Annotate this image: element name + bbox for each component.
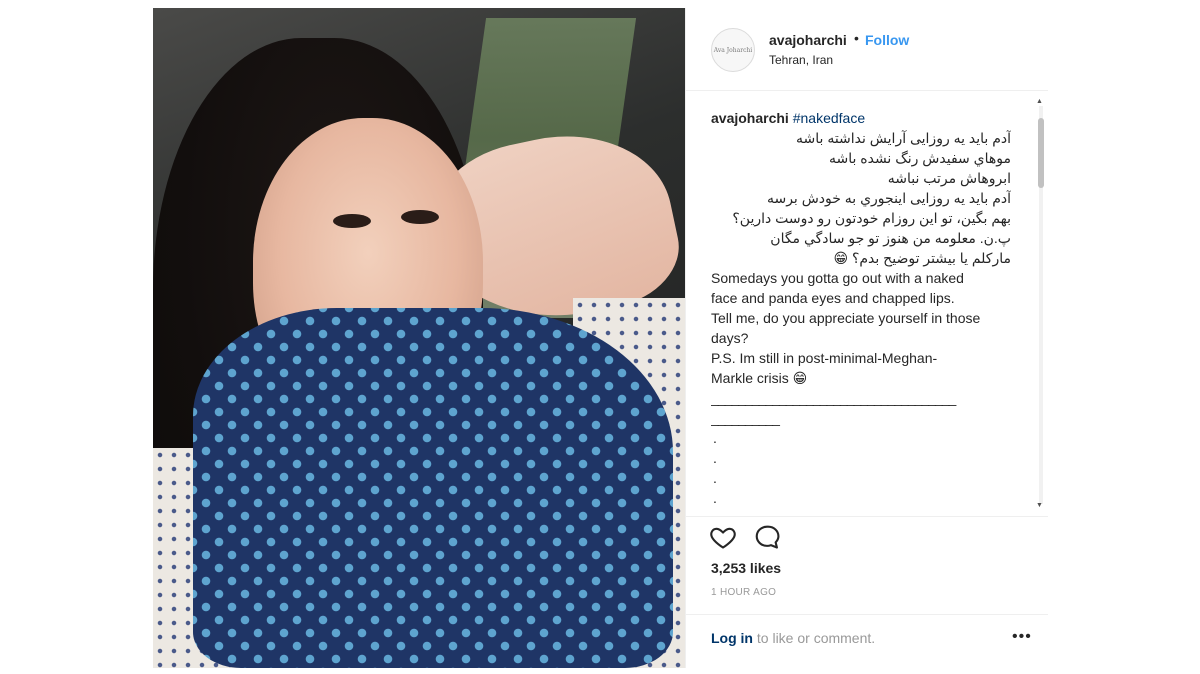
caption-persian-line: پ.ن. معلومه من هنوز تو جو سادگي مگان — [770, 230, 1011, 246]
caption-bullet: . — [713, 490, 717, 506]
post-side-panel: Ava Joharchi avajoharchi • Follow Tehran… — [685, 8, 1048, 668]
caption-hashtag[interactable]: #nakedface — [793, 110, 865, 126]
photo-eye-right — [401, 210, 439, 224]
caption-scrollbar[interactable]: ▲ ▼ — [1036, 98, 1046, 513]
caption-bullet: . — [713, 430, 717, 446]
post-header: Ava Joharchi avajoharchi • Follow Tehran… — [686, 8, 1048, 91]
caption-bullet: . — [713, 470, 717, 486]
header-separator: • — [854, 30, 859, 46]
caption-persian-line: آدم باید یه روزایی آرایش نداشته باشه — [796, 130, 1011, 146]
login-prompt: Log in to like or comment. — [711, 630, 875, 646]
post-username[interactable]: avajoharchi — [769, 32, 847, 48]
caption-english-line: days? — [711, 330, 749, 346]
heart-icon[interactable] — [709, 523, 739, 553]
post-timestamp[interactable]: 1 HOUR AGO — [711, 587, 776, 598]
caption-header: avajoharchi #nakedface — [711, 108, 1011, 128]
caption-rule: ____________________________________ — [711, 390, 956, 406]
photo-eye-left — [333, 214, 371, 228]
caption-persian-line: ماركلم یا بیشتر توضیح بدم؟ 😁 — [833, 250, 1011, 266]
post-location[interactable]: Tehran, Iran — [769, 53, 833, 67]
caption: avajoharchi #nakedface آدم باید یه روزای… — [711, 108, 1011, 508]
divider — [686, 516, 1048, 517]
login-link[interactable]: Log in — [711, 630, 753, 646]
caption-english-line: P.S. Im still in post-minimal-Meghan- — [711, 350, 938, 366]
caption-bullet: . — [713, 450, 717, 466]
caption-rule: __________ — [711, 410, 780, 426]
caption-english-line: face and panda eyes and chapped lips. — [711, 290, 955, 306]
avatar[interactable]: Ava Joharchi — [711, 28, 755, 72]
caption-english-line: Tell me, do you appreciate yourself in t… — [711, 310, 981, 326]
caption-username[interactable]: avajoharchi — [711, 110, 789, 126]
divider — [686, 614, 1048, 615]
likes-count[interactable]: 3,253 likes — [711, 560, 781, 576]
comment-icon[interactable] — [753, 523, 783, 553]
scroll-down-icon[interactable]: ▼ — [1036, 502, 1043, 509]
follow-button[interactable]: Follow — [865, 32, 909, 48]
post-photo — [153, 8, 685, 668]
caption-persian-line: ابروهاش مرتب نباشه — [887, 170, 1011, 186]
caption-persian-line: بهم بگین، تو این روزام خودتون رو دوست دا… — [732, 210, 1011, 226]
caption-persian-line: آدم باید یه روزایی اینجوري به خودش برسه — [766, 190, 1011, 206]
caption-persian-line: موهاي سفیدش رنگ نشده باشه — [828, 150, 1011, 166]
avatar-text: Ava Joharchi — [713, 46, 753, 54]
caption-english-line: Markle crisis 😁 — [711, 370, 808, 386]
scrollbar-thumb[interactable] — [1038, 118, 1044, 188]
more-options-icon[interactable]: ••• — [1012, 628, 1032, 646]
login-suffix: to like or comment. — [753, 630, 876, 646]
photo-scarf — [193, 308, 673, 668]
scroll-up-icon[interactable]: ▲ — [1036, 98, 1043, 105]
caption-english-line: Somedays you gotta go out with a naked — [711, 270, 964, 286]
